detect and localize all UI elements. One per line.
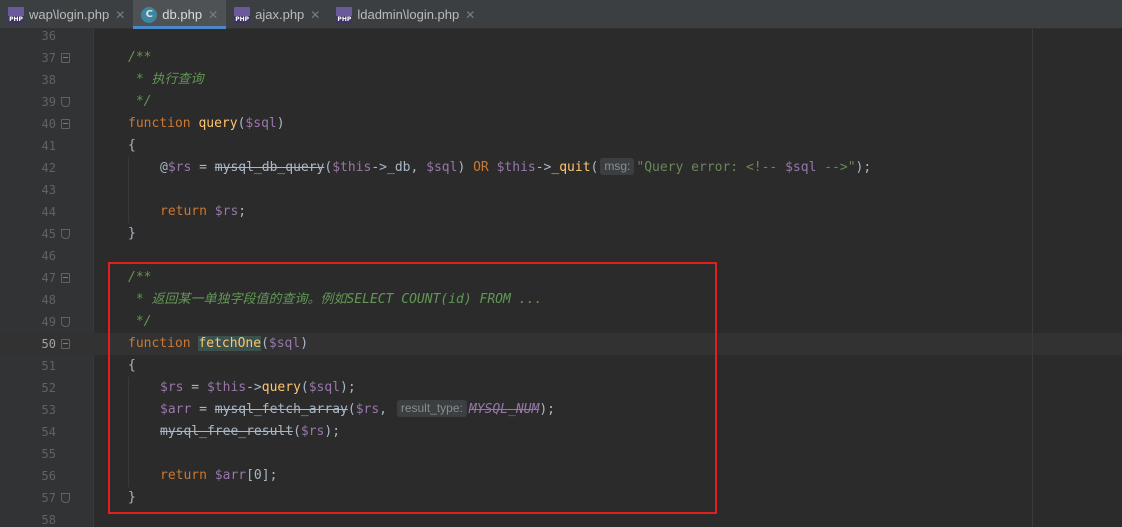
code-line: 49 */: [0, 311, 1122, 333]
code-text: mysql_free_result($rs);: [160, 424, 341, 439]
code-line: 58: [0, 509, 1122, 527]
fold-end-icon[interactable]: [61, 317, 70, 327]
fold-toggle-icon[interactable]: [61, 273, 70, 283]
line-number: 54: [41, 425, 56, 439]
code-editor[interactable]: 36 37 /** 38 * 执行查询 39 */ 40 function qu…: [0, 29, 1122, 527]
doc-comment: */: [128, 314, 152, 329]
line-number: 42: [41, 161, 56, 175]
close-icon[interactable]: ✕: [115, 8, 125, 22]
line-number: 40: [41, 117, 56, 131]
line-number: 36: [41, 29, 56, 43]
line-number: 45: [41, 227, 56, 241]
code-line: 38 * 执行查询: [0, 69, 1122, 91]
line-number: 48: [41, 293, 56, 307]
fold-toggle-icon[interactable]: [61, 339, 70, 349]
line-number: 53: [41, 403, 56, 417]
line-number: 55: [41, 447, 56, 461]
code-text: return $rs;: [160, 204, 247, 219]
code-line: 52 $rs = $this->query($sql);: [0, 377, 1122, 399]
tab-label: ldadmin\login.php: [357, 7, 460, 22]
doc-comment: * 执行查询: [128, 72, 204, 87]
code-line: 43: [0, 179, 1122, 201]
code-line: 46: [0, 245, 1122, 267]
code-line: 41 {: [0, 135, 1122, 157]
fold-end-icon[interactable]: [61, 493, 70, 503]
code-line: 53 $arr = mysql_fetch_array($rs, result_…: [0, 399, 1122, 421]
code-line: 48 * 返回某一单独字段值的查询。例如SELECT COUNT(id) FRO…: [0, 289, 1122, 311]
fold-end-icon[interactable]: [61, 97, 70, 107]
code-line: 51 {: [0, 355, 1122, 377]
code-text: $arr = mysql_fetch_array($rs, result_typ…: [160, 400, 555, 417]
line-number: 37: [41, 51, 56, 65]
php-file-icon: [234, 6, 251, 23]
code-line: 55: [0, 443, 1122, 465]
code-line: 56 return $arr[0];: [0, 465, 1122, 487]
fold-toggle-icon[interactable]: [61, 53, 70, 63]
code-line: 54 mysql_free_result($rs);: [0, 421, 1122, 443]
fold-toggle-icon[interactable]: [61, 119, 70, 129]
line-number: 58: [41, 513, 56, 527]
line-number: 57: [41, 491, 56, 505]
code-line: 47 /**: [0, 267, 1122, 289]
code-line: 44 return $rs;: [0, 201, 1122, 223]
code-text: }: [128, 226, 136, 241]
code-text: {: [128, 138, 136, 153]
code-line: 42 @$rs = mysql_db_query($this->_db, $sq…: [0, 157, 1122, 179]
line-number: 41: [41, 139, 56, 153]
php-file-icon: [8, 6, 24, 23]
doc-comment: * 返回某一单独字段值的查询。例如SELECT COUNT(id) FROM .…: [128, 292, 543, 307]
tab-label: wap\login.php: [29, 7, 110, 22]
php-file-icon: [336, 6, 353, 23]
line-number: 39: [41, 95, 56, 109]
code-line: 36: [0, 25, 1122, 47]
tab-label: ajax.php: [255, 7, 305, 22]
doc-comment: /**: [128, 50, 152, 65]
code-line: 57 }: [0, 487, 1122, 509]
code-text: function query($sql): [128, 116, 285, 131]
code-text: @$rs = mysql_db_query($this->_db, $sql) …: [160, 158, 872, 175]
line-number: 52: [41, 381, 56, 395]
code-text: }: [128, 490, 136, 505]
code-text: {: [128, 358, 136, 373]
code-text: return $arr[0];: [160, 468, 278, 483]
line-number: 47: [41, 271, 56, 285]
parameter-hint: result_type:: [396, 400, 467, 417]
line-number: 51: [41, 359, 56, 373]
line-number: 43: [41, 183, 56, 197]
fold-end-icon[interactable]: [61, 229, 70, 239]
line-number: 38: [41, 73, 56, 87]
close-icon[interactable]: ✕: [465, 8, 475, 22]
code-line: 37 /**: [0, 47, 1122, 69]
code-text: function fetchOne($sql): [128, 336, 309, 351]
line-number: 56: [41, 469, 56, 483]
code-line: 40 function query($sql): [0, 113, 1122, 135]
code-line: 39 */: [0, 91, 1122, 113]
line-number: 49: [41, 315, 56, 329]
code-line-current: 50 function fetchOne($sql): [0, 333, 1122, 355]
doc-comment: */: [128, 94, 152, 109]
tab-label: db.php: [162, 7, 203, 22]
line-number: 46: [41, 249, 56, 263]
class-file-icon: C: [141, 6, 158, 23]
line-number: 50: [41, 337, 56, 351]
parameter-hint: msg:: [600, 158, 635, 175]
code-line: 45 }: [0, 223, 1122, 245]
close-icon[interactable]: ✕: [310, 8, 320, 22]
doc-comment: /**: [128, 270, 152, 285]
close-icon[interactable]: ✕: [208, 8, 218, 22]
line-number: 44: [41, 205, 56, 219]
code-text: $rs = $this->query($sql);: [160, 380, 356, 395]
